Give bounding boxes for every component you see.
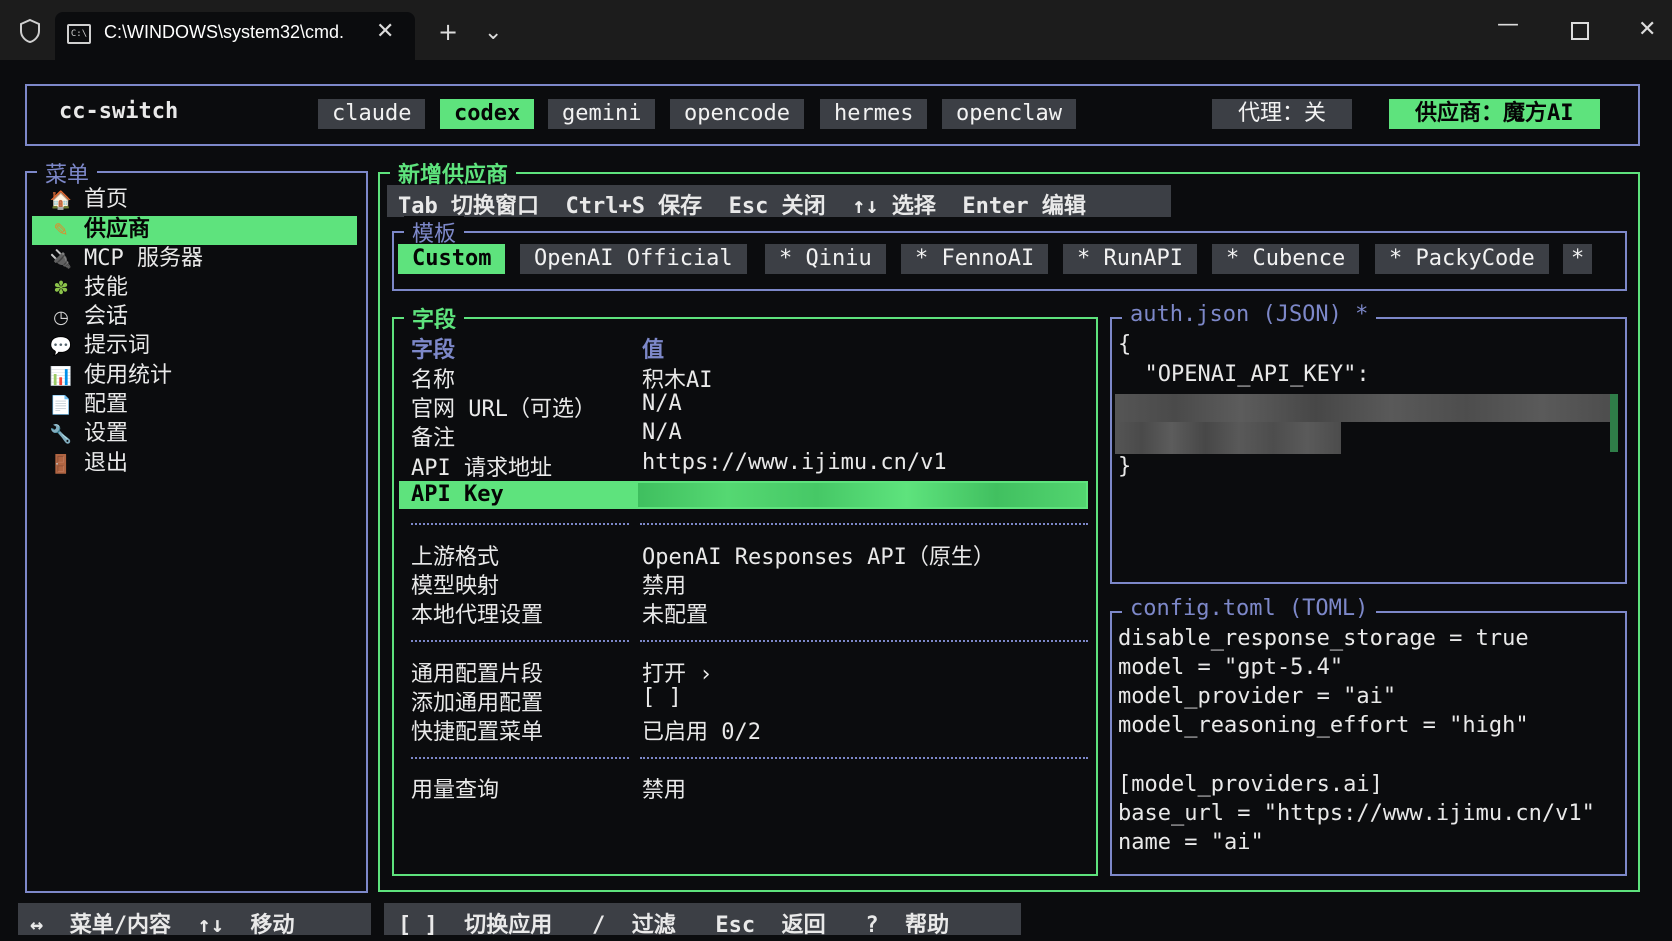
field-api-url-label: API 请求地址 xyxy=(411,456,552,481)
chevron-down-icon[interactable]: ⌄ xyxy=(484,20,502,45)
menu-item-usage[interactable]: 📊 使用统计 xyxy=(48,362,172,390)
template-custom[interactable]: Custom xyxy=(398,244,506,274)
footer-nav-hints: ↔ 菜单/内容 ↑↓ 移动 xyxy=(30,913,295,938)
auth-json-line: } xyxy=(1118,454,1132,479)
app-tab-opencode[interactable]: opencode xyxy=(670,99,804,129)
divider xyxy=(411,523,629,525)
bar-chart-icon: 📊 xyxy=(49,366,73,387)
pencil-icon: ✎ xyxy=(53,220,69,241)
menu-title: 菜单 xyxy=(37,157,98,189)
shield-icon xyxy=(18,18,42,50)
app-tab-claude[interactable]: claude xyxy=(318,99,426,129)
menu-item-config[interactable]: 📄 配置 xyxy=(48,391,128,419)
divider xyxy=(411,757,629,759)
app-tab-openclaw[interactable]: openclaw xyxy=(942,99,1076,129)
field-notes-value[interactable]: N/A xyxy=(642,420,682,445)
menu-item-prompts[interactable]: 💬 提示词 xyxy=(48,332,150,360)
cmd-icon: C:\ xyxy=(67,24,91,44)
template-fennoai[interactable]: * FennoAI xyxy=(901,244,1049,274)
field-quick-config-label: 快捷配置菜单 xyxy=(411,720,544,745)
puzzle-icon: ✽ xyxy=(53,278,69,299)
menu-item-providers[interactable]: ✎ 供应商 xyxy=(48,216,150,244)
close-icon[interactable]: ✕ xyxy=(376,19,394,44)
field-local-proxy-value[interactable]: 未配置 xyxy=(642,597,708,629)
config-toml-line: model_provider = "ai" xyxy=(1118,684,1397,709)
field-name-value[interactable]: 积木AI xyxy=(642,362,713,394)
provider-status[interactable]: 供应商：魔方AI xyxy=(1389,99,1600,129)
config-toml-line: [model_providers.ai] xyxy=(1118,772,1383,797)
fields-title: 字段 xyxy=(404,302,465,334)
api-key-redacted xyxy=(1115,422,1341,454)
field-notes-label: 备注 xyxy=(411,426,456,451)
field-usage-query-value[interactable]: 禁用 xyxy=(642,772,686,804)
template-qiniu[interactable]: * Qiniu xyxy=(765,244,886,274)
tab-title: C:\WINDOWS\system32\cmd. xyxy=(104,22,345,42)
divider xyxy=(640,640,1088,642)
field-api-key-value-redacted[interactable] xyxy=(638,483,1086,507)
config-toml-line: disable_response_storage = true xyxy=(1118,626,1529,651)
app-tab-codex[interactable]: codex xyxy=(440,99,535,129)
wrench-icon: 🔧 xyxy=(49,424,73,445)
config-toml-line: base_url = "https://www.ijimu.cn/v1" xyxy=(1118,801,1595,826)
field-upstream-format-value[interactable]: OpenAI Responses API（原生） xyxy=(642,539,995,571)
menu-item-mcp[interactable]: 🔌 MCP 服务器 xyxy=(48,245,203,273)
app-tab-gemini[interactable]: gemini xyxy=(548,99,656,129)
field-add-common-config-label: 添加通用配置 xyxy=(411,691,544,716)
door-icon: 🚪 xyxy=(49,454,73,475)
plus-icon[interactable]: + xyxy=(438,18,458,46)
field-api-key-label: API Key xyxy=(411,482,504,507)
app-name: cc-switch xyxy=(59,99,179,124)
close-window-icon[interactable]: ✕ xyxy=(1638,17,1656,42)
field-add-common-config-checkbox[interactable]: [ ] xyxy=(642,685,682,710)
template-cubence[interactable]: * Cubence xyxy=(1212,244,1360,274)
field-name-label: 名称 xyxy=(411,368,456,393)
document-icon: 📄 xyxy=(49,395,73,416)
menu-item-sessions[interactable]: ◷ 会话 xyxy=(48,303,128,331)
field-local-proxy-label: 本地代理设置 xyxy=(411,603,544,628)
field-common-snippet-label: 通用配置片段 xyxy=(411,662,544,687)
col-header-value: 值 xyxy=(642,338,665,363)
api-key-redacted xyxy=(1115,394,1617,422)
field-api-url-value[interactable]: https://www.ijimu.cn/v1 xyxy=(642,450,947,475)
template-more[interactable]: * xyxy=(1563,244,1593,274)
template-openai-official[interactable]: OpenAI Official xyxy=(520,244,747,274)
field-website-label: 官网 URL（可选） xyxy=(411,397,596,422)
app-tab-hermes[interactable]: hermes xyxy=(820,99,928,129)
proxy-status[interactable]: 代理：关 xyxy=(1212,99,1353,129)
menu-item-settings[interactable]: 🔧 设置 xyxy=(48,420,128,448)
plug-icon: 🔌 xyxy=(49,249,73,270)
auth-json-line: { xyxy=(1118,332,1132,357)
field-model-mapping-label: 模型映射 xyxy=(411,574,500,599)
template-packycode[interactable]: * PackyCode xyxy=(1375,244,1549,274)
divider xyxy=(411,640,629,642)
menu-item-exit[interactable]: 🚪 退出 xyxy=(48,450,128,478)
clock-icon: ◷ xyxy=(53,307,69,328)
config-toml-line: model_reasoning_effort = "high" xyxy=(1118,713,1529,738)
field-usage-query-label: 用量查询 xyxy=(411,778,500,803)
cursor xyxy=(1610,394,1618,452)
col-header-field: 字段 xyxy=(411,338,456,363)
minimize-icon[interactable]: — xyxy=(1497,12,1519,37)
auth-json-line: "OPENAI_API_KEY": xyxy=(1118,362,1370,387)
maximize-icon[interactable] xyxy=(1571,22,1589,40)
field-website-value[interactable]: N/A xyxy=(642,391,682,416)
menu-item-skills[interactable]: ✽ 技能 xyxy=(48,274,128,302)
template-runapi[interactable]: * RunAPI xyxy=(1063,244,1197,274)
footer-action-hints: [ ] 切换应用 / 过滤 Esc 返回 ? 帮助 xyxy=(398,913,950,938)
config-toml-line: name = "ai" xyxy=(1118,830,1264,855)
config-toml-line: model = "gpt-5.4" xyxy=(1118,655,1344,680)
field-model-mapping-value[interactable]: 禁用 xyxy=(642,568,686,600)
shortcut-hints: Tab 切换窗口 Ctrl+S 保存 Esc 关闭 ↑↓ 选择 Enter 编辑 xyxy=(398,194,1086,219)
menu-item-home[interactable]: 🏠 首页 xyxy=(48,186,128,214)
field-upstream-format-label: 上游格式 xyxy=(411,545,500,570)
config-toml-title: config.toml (TOML) xyxy=(1122,596,1377,621)
divider xyxy=(640,757,1088,759)
field-quick-config-value[interactable]: 已启用 0/2 xyxy=(642,714,761,746)
field-common-snippet-value[interactable]: 打开 › xyxy=(642,656,713,688)
divider xyxy=(640,523,1088,525)
speech-bubble-icon: 💬 xyxy=(49,336,73,357)
house-icon: 🏠 xyxy=(49,190,73,211)
auth-json-title: auth.json (JSON) * xyxy=(1122,302,1377,327)
